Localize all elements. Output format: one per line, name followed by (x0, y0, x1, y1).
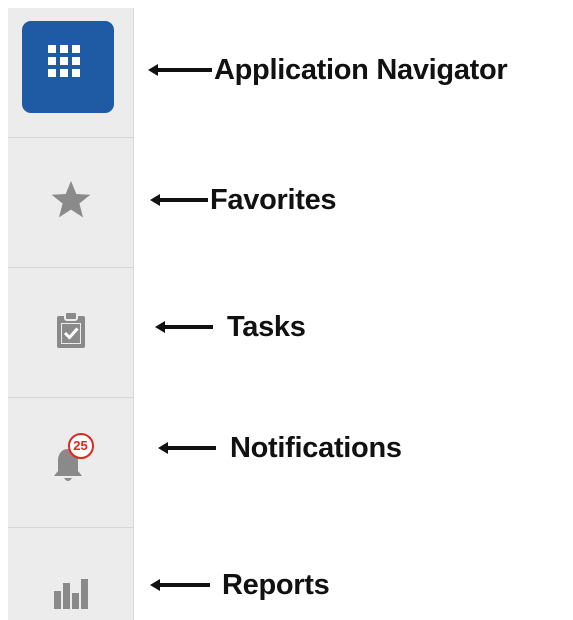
annotation-reports: Reports (150, 565, 330, 605)
annotation-label: Application Navigator (214, 53, 508, 86)
notification-count-badge: 25 (67, 432, 94, 459)
left-arrow-icon (155, 320, 213, 334)
left-arrow-icon (150, 578, 210, 592)
annotation-favorites: Favorites (150, 180, 337, 220)
left-arrow-icon (148, 63, 212, 77)
annotation-label: Tasks (227, 310, 306, 343)
nav-item-favorites[interactable] (8, 138, 133, 268)
left-arrow-icon (158, 441, 216, 455)
annotation-notifications: Notifications (158, 428, 402, 468)
bar-chart-icon (53, 575, 89, 614)
left-arrow-icon (150, 193, 208, 207)
star-icon (49, 179, 93, 226)
annotation-label: Notifications (230, 431, 402, 464)
nav-item-reports[interactable] (8, 528, 133, 620)
annotation-app-navigator: Application Navigator (148, 50, 508, 90)
nav-item-tasks[interactable] (8, 268, 133, 398)
clipboard-check-icon (56, 311, 86, 354)
left-sidebar: 25 (8, 8, 134, 620)
app-navigator-button[interactable] (22, 21, 114, 113)
nav-item-notifications[interactable]: 25 (8, 398, 133, 528)
grid-icon (46, 43, 90, 92)
annotation-tasks: Tasks (155, 307, 306, 347)
nav-item-app-navigator[interactable] (8, 8, 133, 138)
annotation-label: Reports (222, 568, 330, 601)
annotation-label: Favorites (210, 183, 337, 216)
